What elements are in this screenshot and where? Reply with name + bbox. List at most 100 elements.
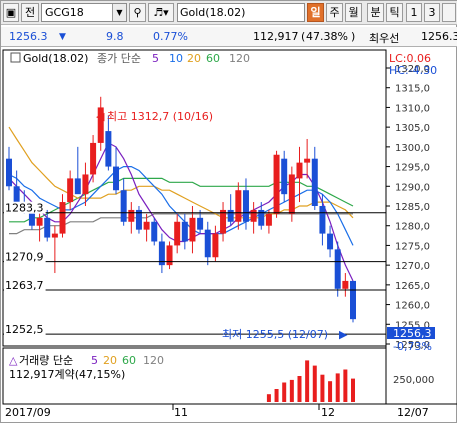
candle-body [120, 190, 127, 222]
instrument-value: Gold(18.02) [180, 6, 246, 19]
volume-value: 112,917 [253, 30, 299, 43]
preferred-label: 최우선 [369, 32, 400, 45]
y-tick-label: 1265,0 [395, 281, 430, 292]
y-tick-label: 1295,0 [395, 163, 430, 174]
vol-ma5-label: 5 [91, 354, 98, 367]
candle-body [220, 209, 227, 234]
vol-ma120-label: 120 [143, 354, 164, 367]
volume-bar [343, 369, 348, 402]
high-arrow-icon: ◀ [96, 110, 105, 123]
last-price: 1256.3 [9, 30, 48, 43]
y-tick-label: 1285,0 [395, 202, 430, 213]
period-day-button[interactable]: 일 [307, 3, 324, 22]
sound-button[interactable]: ♬▾ [148, 3, 174, 22]
candle-body [82, 174, 89, 195]
volume-bar [320, 374, 325, 402]
candle-body [327, 233, 334, 250]
x-tick-11: 11 [174, 406, 188, 419]
chevron-down-icon[interactable]: ▼ [112, 4, 126, 21]
panel-toggle-button[interactable]: ▣ [3, 3, 19, 22]
candle-body [105, 131, 112, 167]
candle-body [74, 178, 81, 195]
y-tick-label: 1275,0 [395, 241, 430, 252]
candle-body [181, 221, 188, 242]
period-tick-button[interactable]: 틱 [386, 3, 403, 22]
price-pane-frame [2, 49, 387, 347]
high-annotation: 최고 1312,7 (10/16) [107, 110, 213, 123]
current-price-tag-text: 1256,3 [393, 327, 432, 340]
search-button[interactable]: ⚲ [129, 3, 146, 22]
symbol-input[interactable]: GCG18 ▼ [41, 3, 127, 22]
quote-bar: 1256.3 ▼ 9.8 0.77% 112,917 ( 47.38% ) 최우… [1, 27, 457, 47]
price-change: 9.8 [106, 30, 124, 43]
candle-body [90, 142, 97, 175]
x-tick-12: 12 [321, 406, 335, 419]
volume-bar [305, 360, 310, 402]
y-tick-label: 1300,0 [395, 143, 430, 154]
candle-body [242, 190, 249, 222]
candle-body [36, 217, 43, 226]
more-intervals-button[interactable] [442, 3, 456, 22]
candle-body [281, 158, 288, 195]
candle-body [204, 229, 211, 258]
chart-window: ▣ 전 GCG18 ▼ ⚲ ♬▾ Gold(18.02) 일 주 월 분 틱 1… [0, 0, 457, 423]
interval-1-button[interactable]: 1 [406, 3, 422, 22]
candle-body [166, 245, 173, 266]
volume-bar [328, 381, 333, 402]
candle-body [311, 158, 318, 206]
candle-body [342, 280, 349, 289]
ma20-label: 20 [187, 52, 201, 65]
price-level-label: 1270,9 [5, 251, 44, 264]
candle-body [334, 249, 341, 289]
y-tick-label: 1305,0 [395, 123, 430, 134]
vol-ma20-label: 20 [103, 354, 117, 367]
y-tick-label: 1270,0 [395, 261, 430, 272]
candle-body [273, 154, 280, 214]
candle-body [189, 217, 196, 242]
hc-label: HC:-4.30 [389, 64, 437, 77]
x-tick-12-07: 12/07 [397, 406, 429, 419]
ma60-label: 60 [206, 52, 220, 65]
vol-ma60-label: 60 [122, 354, 136, 367]
market-prefix-button[interactable]: 전 [21, 3, 39, 22]
y-tick-label: 1310,0 [395, 103, 430, 114]
volume-bar [297, 376, 302, 402]
candle-body [319, 206, 326, 234]
chart-area[interactable]: 1320,0 1315,0 1310,0 1305,0 1300,0 1295,0 1290… [1, 48, 457, 424]
ma5-label: 5 [152, 52, 159, 65]
price-level-label: 1263,7 [5, 279, 44, 292]
candle-body [44, 217, 51, 238]
candle-body [197, 217, 204, 230]
period-month-button[interactable]: 월 [345, 3, 362, 22]
candle-body [304, 158, 311, 163]
volume-bar [312, 365, 317, 402]
instrument-select[interactable]: Gold(18.02) [177, 3, 305, 22]
period-week-button[interactable]: 주 [326, 3, 343, 22]
low-arrow-icon: ▶ [339, 328, 348, 341]
volume-bar [351, 378, 355, 402]
down-arrow-icon: ▼ [59, 32, 66, 42]
interval-3-button[interactable]: 3 [424, 3, 440, 22]
candle-body [296, 162, 303, 179]
chart-title: Gold(18.02) [23, 52, 88, 65]
candle-body [265, 213, 272, 226]
volume-bar [282, 382, 287, 402]
price-chart[interactable]: 1320,01315,01310,01305,01300,01295,01290… [1, 48, 457, 424]
volume-pct: 47.38% [306, 30, 348, 43]
volume-bar [266, 394, 271, 402]
period-minute-button[interactable]: 분 [367, 3, 384, 22]
volume-info: 112,917계약(47,15%) [9, 367, 125, 381]
candle-body [174, 221, 181, 246]
settings-box-icon[interactable] [10, 52, 21, 63]
volume-bar [335, 373, 340, 402]
candle-body [212, 233, 219, 258]
magnifier-icon: ⚲ [133, 6, 142, 19]
candle-body [113, 166, 120, 191]
volume-close-paren: ) [351, 30, 356, 43]
candle-body [128, 209, 135, 222]
volume-axis-label: 250,000 [393, 375, 434, 386]
candle-body [288, 174, 295, 214]
preferred-price: 1256.3 [421, 30, 457, 43]
price-level-label: 1252,5 [5, 323, 44, 336]
y-axis-ticks: 1320,01315,01310,01305,01300,01295,01290… [386, 64, 430, 351]
